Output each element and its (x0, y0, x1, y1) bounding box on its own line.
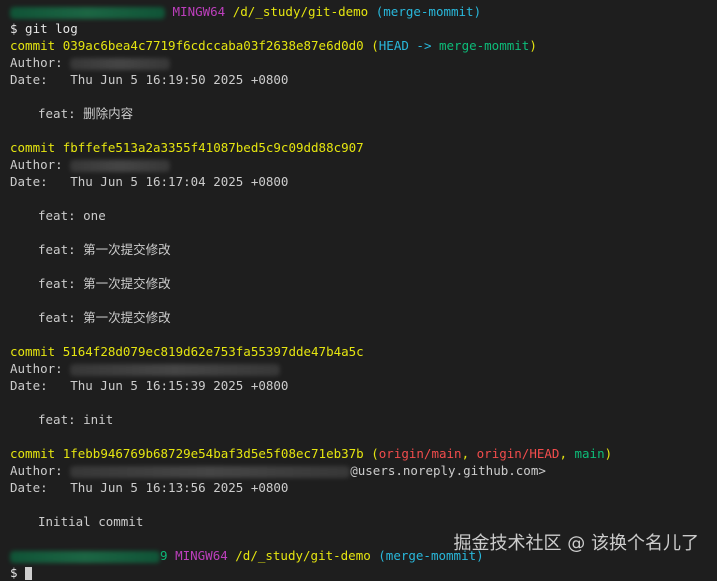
ref-main: main (574, 446, 605, 461)
commit-header: commit 1febb946769b68729e54baf3d5e5f08ec… (10, 445, 717, 462)
prompt-branch: (merge-mommit) (375, 4, 482, 19)
text-cursor (25, 567, 33, 580)
commit-message: feat: init (38, 412, 114, 427)
ref-open: ( (371, 446, 379, 461)
redacted-author (70, 363, 281, 376)
ref-origin-head: origin/HEAD (476, 446, 560, 461)
commit-author: Author: (10, 360, 717, 377)
prompt-shell: MINGW64 (175, 548, 228, 563)
author-label: Author: (10, 157, 71, 172)
watermark: 掘金技术社区 @ 该换个名儿了 (453, 533, 699, 554)
commit-message: feat: one (38, 208, 106, 223)
commit-message: feat: 第一次提交修改 (38, 276, 171, 291)
prompt-host-suffix: 9 (160, 548, 168, 563)
commit-hash: fbffefe513a2a3355f41087bed5c9c09dd88c907 (62, 140, 364, 155)
commit-header: commit 039ac6bea4c7719f6cdccaba03f2638e8… (10, 37, 717, 54)
redacted-author (70, 159, 171, 172)
commit-date: Date: Thu Jun 5 16:13:56 2025 +0800 (10, 480, 289, 495)
command-line: $ git log (10, 21, 78, 36)
ref-arrow: -> (408, 38, 439, 53)
terminal-output[interactable]: MINGW64 /d/_study/git-demo (merge-mommit… (10, 3, 717, 580)
commit-hash: 1febb946769b68729e54baf3d5e5f08ec71eb37b (62, 446, 364, 461)
commit-label: commit (10, 38, 56, 53)
commit-date: Date: Thu Jun 5 16:17:04 2025 +0800 (10, 174, 289, 189)
author-label: Author: (10, 55, 71, 70)
ref-close: ) (529, 38, 537, 53)
prompt-dollar: $ (10, 565, 18, 580)
commit-hash: 039ac6bea4c7719f6cdccaba03f2638e87e6d0d0 (62, 38, 364, 53)
ref-head: HEAD (378, 38, 409, 53)
commit-label: commit (10, 140, 56, 155)
prompt-shell: MINGW64 (172, 4, 226, 19)
commit-message: Initial commit (38, 514, 144, 529)
prompt-path: /d/_study/git-demo (232, 4, 369, 19)
ref-open: ( (371, 38, 379, 53)
ref-separator: , (559, 446, 575, 461)
author-label: Author: (10, 463, 71, 478)
commit-header: commit 5164f28d079ec819d62e753fa55397dde… (10, 343, 717, 360)
ref-origin-main: origin/main (378, 446, 462, 461)
author-email-tail: @users.noreply.github.com> (350, 463, 546, 478)
commit-author: Author: (10, 156, 717, 173)
redacted-user-host (10, 6, 165, 19)
redacted-author (70, 465, 351, 478)
ref-separator: , (461, 446, 477, 461)
commit-label: commit (10, 446, 56, 461)
commit-date: Date: Thu Jun 5 16:19:50 2025 +0800 (10, 72, 289, 87)
commit-author: Author: @users.noreply.github.com> (10, 462, 717, 479)
prompt-path: /d/_study/git-demo (235, 548, 371, 563)
input-line[interactable]: $ (10, 564, 717, 581)
commit-message: feat: 第一次提交修改 (38, 310, 171, 325)
commit-date: Date: Thu Jun 5 16:15:39 2025 +0800 (10, 378, 289, 393)
commit-author: Author: (10, 54, 717, 71)
redacted-user-host (10, 550, 160, 563)
author-label: Author: (10, 361, 71, 376)
redacted-author (70, 57, 171, 70)
commit-hash: 5164f28d079ec819d62e753fa55397dde47b4a5c (62, 344, 364, 359)
commit-message: feat: 删除内容 (38, 106, 134, 121)
commit-message: feat: 第一次提交修改 (38, 242, 171, 257)
ref-branch: merge-mommit (439, 38, 530, 53)
ref-close: ) (604, 446, 613, 461)
commit-label: commit (10, 344, 56, 359)
commit-header: commit fbffefe513a2a3355f41087bed5c9c09d… (10, 139, 717, 156)
prompt-line: MINGW64 /d/_study/git-demo (merge-mommit… (10, 3, 717, 20)
